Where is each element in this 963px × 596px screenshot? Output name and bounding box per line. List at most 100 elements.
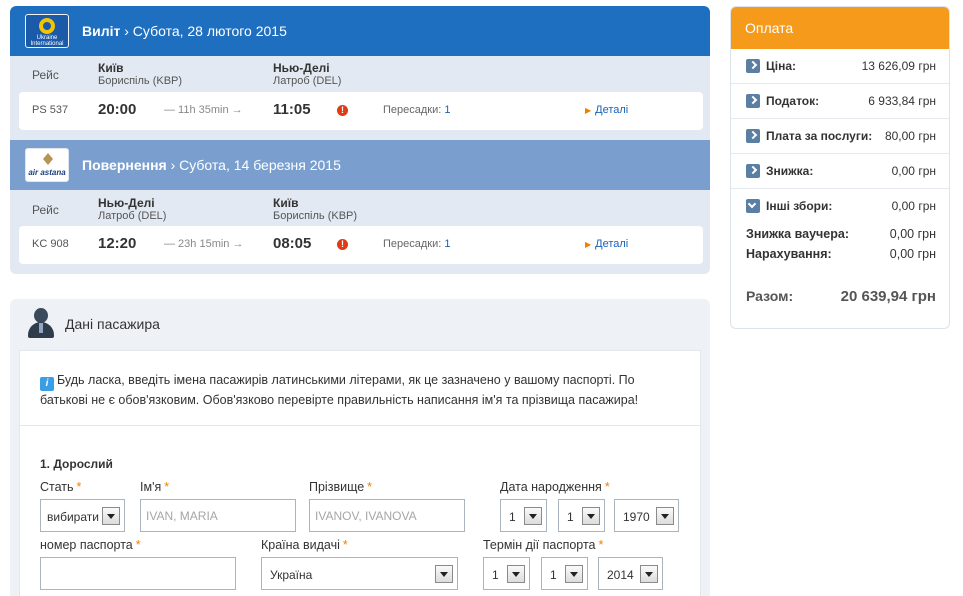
stops-info: Пересадки: 1	[383, 104, 451, 116]
discount-value: 0,00 грн	[891, 164, 936, 178]
outbound-title: Виліт › Субота, 28 лютого 2015	[82, 23, 287, 39]
birth-date-label: Дата народження *	[500, 480, 610, 494]
accrual-label: Нарахування:	[746, 247, 832, 261]
last-name-input[interactable]	[309, 499, 465, 532]
birth-month-select[interactable]: 1	[558, 499, 605, 532]
chevron-down-icon[interactable]	[507, 565, 525, 583]
other-fees-row[interactable]: Інші збори: 0,00 грн	[731, 189, 949, 224]
flight-label: Рейс	[32, 68, 59, 82]
stops-count[interactable]: 1	[444, 238, 450, 250]
expiry-month-select[interactable]: 1	[541, 557, 588, 590]
outbound-route: Рейс Київ Бориспіль (KBP) Нью-Делі Латро…	[10, 59, 710, 95]
payment-title: Оплата	[745, 20, 794, 36]
details-link[interactable]: ▶ Деталі	[585, 104, 628, 116]
payment-panel: Оплата Ціна: 13 626,09 грн Податок: 6 93…	[730, 6, 950, 329]
return-route: Рейс Нью-Делі Латроб (DEL) Київ Бориспіл…	[10, 194, 710, 230]
passenger-panel: Дані пасажира i Будь ласка, введіть імена…	[10, 299, 710, 596]
details-link[interactable]: ▶ Деталі	[585, 238, 628, 250]
flight-number: KC 908	[32, 238, 69, 250]
total-row: Разом: 20 639,94 грн	[746, 288, 936, 308]
return-destination: Київ Бориспіль (KBP)	[273, 197, 357, 223]
issuing-country-label: Країна видачі *	[261, 538, 348, 552]
chevron-down-icon[interactable]	[656, 507, 674, 525]
outbound-origin: Київ Бориспіль (KBP)	[98, 62, 182, 88]
expiry-year-select[interactable]: 2014	[598, 557, 663, 590]
tax-value: 6 933,84 грн	[868, 94, 936, 108]
chevron-right-icon[interactable]	[746, 94, 760, 108]
return-header: air astana Повернення › Субота, 14 берез…	[10, 140, 710, 190]
origin-city: Київ	[98, 61, 124, 75]
air-astana-logo: air astana	[25, 148, 69, 182]
stops-count[interactable]: 1	[444, 104, 450, 116]
service-fee-row[interactable]: Плата за послуги: 80,00 грн	[731, 119, 949, 154]
price-row[interactable]: Ціна: 13 626,09 грн	[731, 49, 949, 84]
passport-number-input[interactable]	[40, 557, 236, 590]
ukraine-international-logo: Ukraine International	[25, 14, 69, 48]
flight-number: PS 537	[32, 104, 69, 116]
flight-duration: — 23h 15min →	[164, 238, 244, 250]
passenger-avatar-icon	[25, 308, 57, 340]
arrow-right-icon: ▶	[585, 106, 592, 115]
birth-year-select[interactable]: 1970	[614, 499, 679, 532]
chevron-right-icon[interactable]	[746, 164, 760, 178]
service-fee-label: Плата за послуги:	[766, 129, 873, 143]
return-date: › Субота, 14 березня 2015	[170, 157, 341, 173]
origin-airport: Бориспіль (KBP)	[98, 75, 183, 87]
voucher-discount-row: Знижка ваучера: 0,00 грн	[746, 227, 936, 245]
outbound-destination: Нью-Делі Латроб (DEL)	[273, 62, 341, 88]
voucher-discount-value: 0,00 грн	[889, 227, 936, 241]
other-fees-label: Інші збори:	[766, 199, 833, 213]
destination-city: Київ	[273, 196, 299, 210]
return-flight-card: KC 908 12:20 — 23h 15min → 08:05 ! Перес…	[19, 226, 703, 264]
gender-select[interactable]: вибирати	[40, 499, 125, 532]
tax-label: Податок:	[766, 94, 820, 108]
chevron-down-icon[interactable]	[640, 565, 658, 583]
chevron-down-icon[interactable]	[524, 507, 542, 525]
first-name-input[interactable]	[140, 499, 296, 532]
chevron-down-icon[interactable]	[435, 565, 453, 583]
tax-row[interactable]: Податок: 6 933,84 грн	[731, 84, 949, 119]
chevron-down-icon[interactable]	[582, 507, 600, 525]
warning-icon[interactable]: !	[337, 239, 348, 250]
return-origin: Нью-Делі Латроб (DEL)	[98, 197, 166, 223]
arrow-right-icon: ▶	[585, 240, 592, 249]
chevron-down-icon[interactable]	[746, 199, 760, 213]
stops-label: Пересадки:	[383, 104, 442, 116]
destination-city: Нью-Делі	[273, 61, 330, 75]
chevron-down-icon[interactable]	[565, 565, 583, 583]
issuing-country-select[interactable]: Україна	[261, 557, 458, 590]
warning-icon[interactable]: !	[337, 105, 348, 116]
gender-label: Стать *	[40, 480, 82, 494]
chevron-right-icon[interactable]	[746, 59, 760, 73]
birth-day-select[interactable]: 1	[500, 499, 547, 532]
departure-time: 20:00	[98, 101, 137, 118]
outbound-title-label: Виліт	[82, 23, 121, 39]
return-title-label: Повернення	[82, 157, 167, 173]
accrual-value: 0,00 грн	[889, 247, 936, 261]
total-label: Разом:	[746, 288, 794, 304]
passenger-form: i Будь ласка, введіть імена пасажирів лат…	[19, 350, 701, 596]
return-title: Повернення › Субота, 14 березня 2015	[82, 157, 341, 173]
flight-label: Рейс	[32, 203, 59, 217]
origin-airport: Латроб (DEL)	[98, 210, 167, 222]
stops-info: Пересадки: 1	[383, 238, 451, 250]
discount-row[interactable]: Знижка: 0,00 грн	[731, 154, 949, 189]
accrual-row: Нарахування: 0,00 грн	[746, 247, 936, 265]
info-icon: i	[40, 377, 54, 391]
total-value: 20 639,94 грн	[840, 288, 936, 305]
discount-label: Знижка:	[766, 164, 814, 178]
departure-time: 12:20	[98, 235, 137, 252]
flight-duration: — 11h 35min →	[164, 104, 243, 116]
voucher-discount-label: Знижка ваучера:	[746, 227, 849, 241]
details-label: Деталі	[595, 238, 629, 250]
destination-airport: Бориспіль (KBP)	[273, 210, 358, 222]
details-label: Деталі	[595, 104, 629, 116]
stops-label: Пересадки:	[383, 238, 442, 250]
latin-names-notice: i Будь ласка, введіть імена пасажирів лат…	[40, 371, 680, 409]
payment-header: Оплата	[731, 7, 949, 49]
origin-city: Нью-Делі	[98, 196, 155, 210]
chevron-right-icon[interactable]	[746, 129, 760, 143]
expiry-day-select[interactable]: 1	[483, 557, 530, 590]
adult-1-title: 1. Дорослий	[40, 457, 113, 471]
chevron-down-icon[interactable]	[102, 507, 120, 525]
